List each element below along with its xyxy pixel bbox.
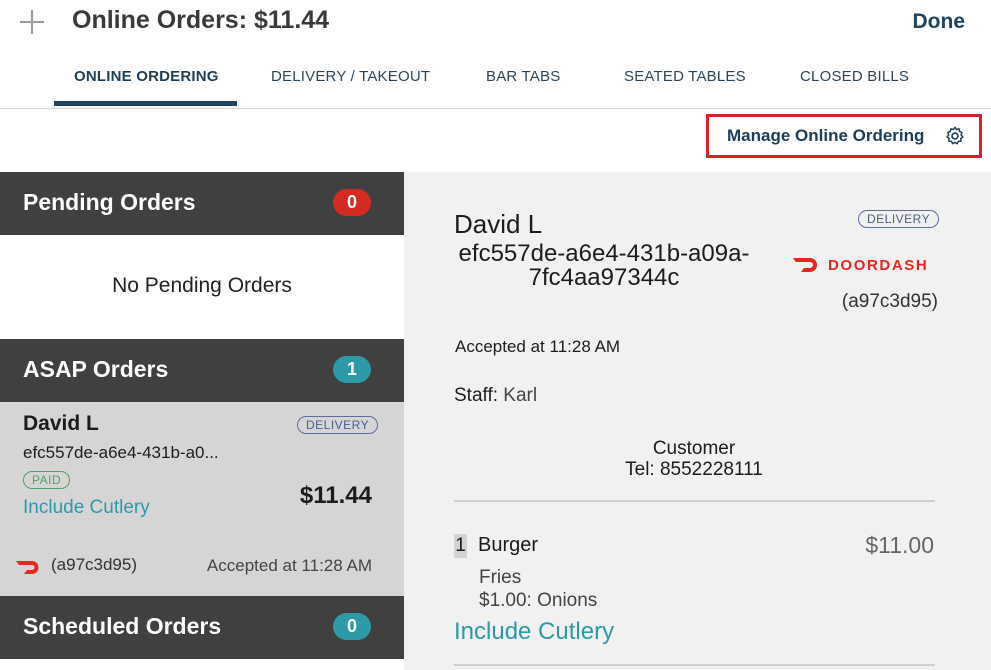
detail-order-note: Include Cutlery [454,618,615,645]
tab-seated-tables[interactable]: SEATED TABLES [624,68,746,85]
tab-delivery-takeout[interactable]: DELIVERY / TAKEOUT [271,68,430,85]
doordash-logo: DOORDASH [793,257,928,272]
order-card[interactable]: David L efc557de-a6e4-431b-a0... DELIVER… [0,402,404,596]
staff-name: Karl [503,385,538,406]
gear-icon[interactable] [944,125,966,147]
order-short-code: (a97c3d95) [51,555,138,574]
order-total: $11.44 [299,482,372,509]
page-title: Online Orders: $11.44 [72,6,330,34]
divider [454,500,935,502]
order-note: Include Cutlery [23,497,150,518]
item-quantity: 1 [454,534,467,558]
detail-delivery-badge: DELIVERY [858,210,940,228]
tab-bar-tabs[interactable]: BAR TABS [486,68,560,85]
order-id: efc557de-a6e4-431b-a0... [23,443,219,462]
doordash-wordmark: DOORDASH [828,257,928,272]
item-modifier: $1.00: Onions [479,590,598,611]
item-modifier: Fries [479,567,522,588]
order-detail-panel: David L efc557de-a6e4-431b-a09a-7fc4aa97… [404,172,991,670]
detail-short-code: (a97c3d95) [841,291,938,312]
doordash-icon [16,561,39,574]
customer-label: Customer [652,438,736,459]
scheduled-count-badge: 0 [333,613,371,640]
customer-phone: Tel: 8552228111 [625,459,763,480]
no-pending-text: No Pending Orders [112,274,292,297]
delivery-badge: DELIVERY [297,416,379,434]
tab-closed-bills[interactable]: CLOSED BILLS [800,68,909,85]
detail-accepted-time: Accepted at 11:28 AM [455,337,621,356]
add-icon[interactable] [18,8,46,36]
active-tab-indicator [54,101,237,106]
pending-orders-title: Pending Orders [23,189,196,215]
manage-online-ordering-link[interactable]: Manage Online Ordering [727,126,924,146]
staff-label: Staff: [454,385,499,406]
pending-orders-header[interactable]: Pending Orders 0 [0,172,404,235]
pending-count-badge: 0 [333,189,371,216]
detail-order-id: efc557de-a6e4-431b-a09a-7fc4aa97344c [458,240,750,291]
no-pending-panel: No Pending Orders [0,235,404,339]
detail-staff: Staff: Karl [454,385,537,407]
asap-orders-header[interactable]: ASAP Orders 1 [0,339,404,402]
asap-orders-title: ASAP Orders [23,356,169,382]
asap-count-badge: 1 [333,356,371,383]
item-name: Burger [478,534,539,556]
scheduled-orders-header[interactable]: Scheduled Orders 0 [0,596,404,659]
item-price: $11.00 [865,532,934,558]
divider [454,664,935,666]
tab-bar: ONLINE ORDERING DELIVERY / TAKEOUT BAR T… [0,56,991,109]
done-button[interactable]: Done [913,10,966,34]
order-customer-name: David L [23,412,99,435]
orders-list: Pending Orders 0 No Pending Orders ASAP … [0,172,404,670]
scheduled-orders-title: Scheduled Orders [23,613,222,639]
tab-online-ordering[interactable]: ONLINE ORDERING [74,68,219,85]
paid-badge: PAID [23,471,71,489]
order-accepted-time: Accepted at 11:28 AM [206,556,372,575]
detail-customer-name: David L [454,209,543,239]
